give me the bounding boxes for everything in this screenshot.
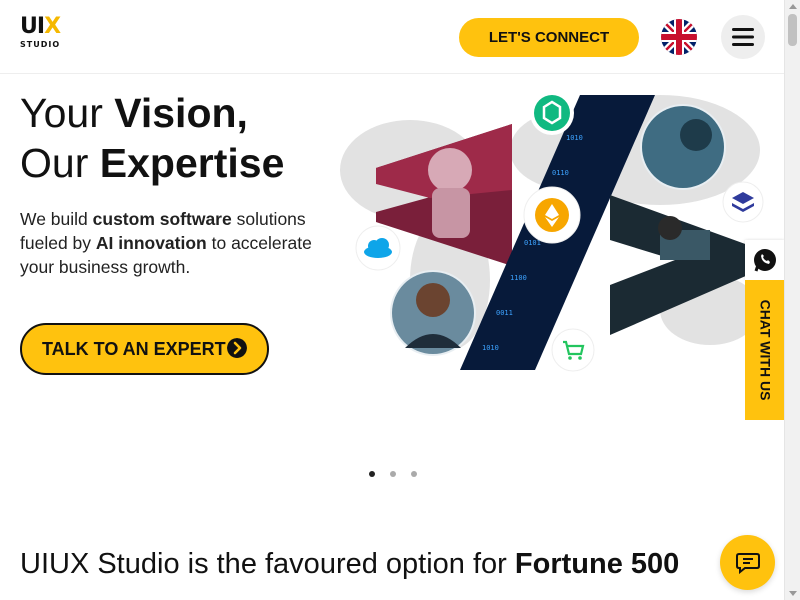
page-scrollbar[interactable] [784, 0, 800, 600]
arrow-right-circle-icon [227, 338, 247, 358]
chat-launcher-button[interactable] [720, 535, 775, 590]
hero-description: We build custom software solutions fuele… [20, 207, 320, 279]
scrollbar-thumb[interactable] [788, 14, 797, 46]
menu-button[interactable] [721, 15, 765, 59]
chat-with-us-label: CHAT WITH US [757, 299, 773, 401]
logo[interactable]: UIX STUDIO [20, 14, 61, 56]
page: UIX STUDIO LET'S CONNECT Your Vision, Ou… [0, 0, 800, 600]
carousel-dot-1[interactable] [369, 471, 375, 477]
hero-title-light-2: Our [20, 140, 89, 186]
cart-icon [551, 328, 595, 372]
ethereum-icon [523, 186, 581, 244]
hero-title-bold-2: Expertise [99, 140, 285, 186]
logo-mark: UIX [20, 14, 61, 39]
svg-text:0101: 0101 [524, 239, 541, 247]
carousel-pagination [365, 470, 425, 480]
hero-illustration: 10100110 10010101 11000011 1010 [340, 91, 764, 372]
whatsapp-button[interactable] [745, 240, 785, 280]
hero-title: Your Vision, Our Expertise [20, 88, 284, 188]
lets-connect-button[interactable]: LET'S CONNECT [459, 18, 639, 57]
scroll-up-arrow-icon[interactable] [789, 4, 797, 9]
svg-text:1010: 1010 [566, 134, 583, 142]
intro-light-text: UIUX Studio is the favoured option for [20, 548, 507, 580]
svg-text:0110: 0110 [552, 169, 569, 177]
talk-to-expert-label: TALK TO AN EXPERT [42, 338, 226, 359]
layers-icon [722, 181, 764, 223]
robot-head-badge [640, 104, 726, 190]
hero-title-bold-1: Vision, [114, 90, 248, 136]
talk-to-expert-button[interactable]: TALK TO AN EXPERT [20, 323, 269, 375]
chat-with-us-tab[interactable]: CHAT WITH US [745, 280, 785, 420]
whatsapp-icon [754, 249, 776, 272]
svg-text:1010: 1010 [482, 344, 499, 352]
svg-text:0011: 0011 [496, 309, 513, 317]
hero-desc-bold-1: custom software [92, 209, 232, 229]
chat-icon [735, 552, 760, 574]
logo-subtitle: STUDIO [20, 40, 61, 49]
blockchain-icon [530, 91, 574, 135]
carousel-dot-2[interactable] [390, 471, 396, 477]
scroll-down-arrow-icon[interactable] [789, 591, 797, 596]
svg-text:1100: 1100 [510, 274, 527, 282]
uk-flag-icon[interactable] [661, 19, 697, 55]
intro-statement: UIUX Studio is the favoured option for F… [20, 545, 720, 583]
hero-title-light-1: Your [20, 90, 103, 136]
hero-desc-part-1: We build [20, 209, 88, 229]
cloud-icon [355, 225, 401, 271]
man-portrait-badge [390, 270, 476, 356]
hero-desc-bold-2: AI innovation [95, 233, 207, 253]
carousel-dot-3[interactable] [411, 471, 417, 477]
hamburger-menu-icon [732, 28, 754, 46]
site-header: UIX STUDIO LET'S CONNECT [0, 0, 784, 74]
intro-bold-text: Fortune 500 [514, 548, 680, 580]
